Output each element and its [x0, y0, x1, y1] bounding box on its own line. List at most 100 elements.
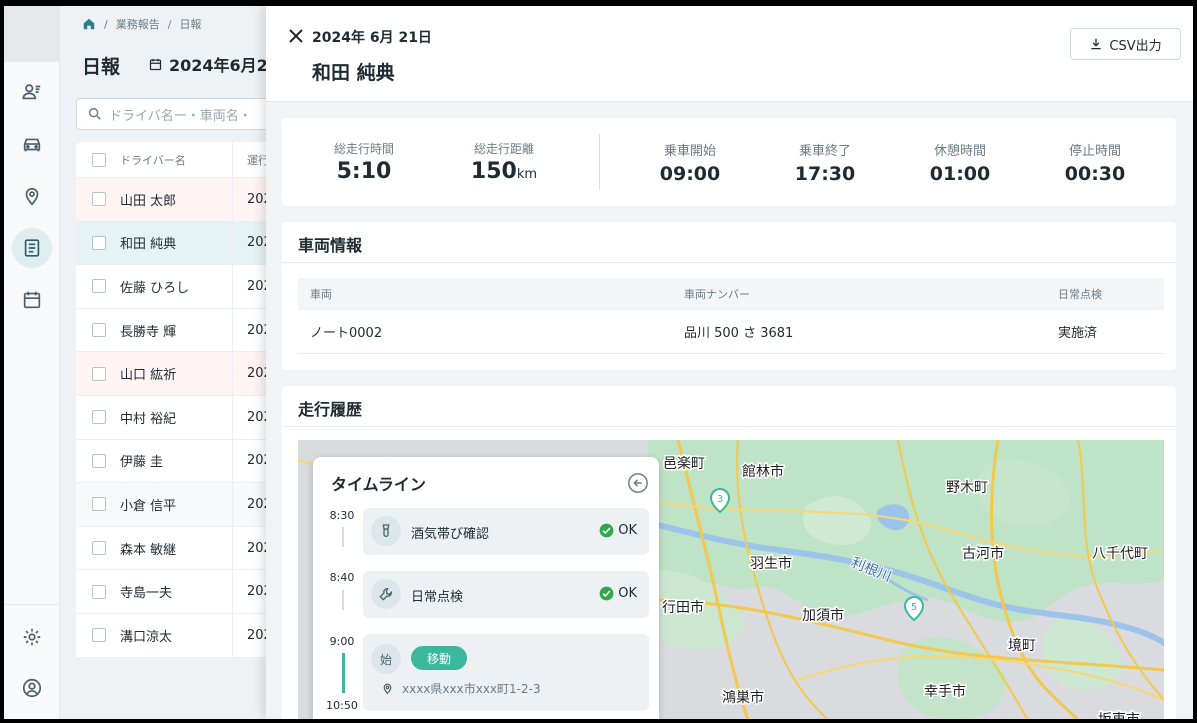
summary-card: 総走行時間 5:10 総走行距離 150km 乗車開始 09:00 乗車終了 1…	[282, 118, 1176, 206]
timeline-title: タイムライン	[331, 475, 426, 494]
date-picker-value: 2024年6月21	[169, 56, 279, 75]
map-label: 行田市	[662, 599, 704, 616]
history-card: 走行履歴 3 5 邑楽町 館林市 野木町 古河市 八千代町 羽生市 利根川 行田…	[282, 386, 1176, 719]
stat-break: 休憩時間 01:00	[929, 144, 991, 185]
timeline-item-move[interactable]: 始 移動 xxxx県xxx市xxx町1-2-3	[363, 634, 649, 711]
search-placeholder: ドライバ名ー・車両名・	[109, 108, 252, 124]
map-label: 館林市	[742, 463, 784, 480]
drivers-icon[interactable]	[12, 72, 52, 112]
timeline-time: 8:30	[329, 509, 355, 522]
row-checkbox[interactable]	[92, 584, 106, 599]
vehicle-inspection: 実施済	[1058, 326, 1098, 341]
timeline-item-label: 日常点検	[411, 590, 464, 605]
timeline-item-daily-inspection[interactable]: 日常点検 OK	[363, 571, 649, 618]
settings-icon[interactable]	[12, 617, 52, 657]
side-rail	[4, 6, 60, 719]
stats-divider	[599, 134, 600, 190]
map-label: 羽生市	[750, 555, 792, 572]
check-circle-icon	[599, 523, 614, 538]
close-icon	[289, 29, 303, 43]
driver-name: 佐藤 ひろし	[120, 280, 190, 296]
vehicle-number: 品川 500 さ 3681	[684, 326, 794, 341]
row-checkbox[interactable]	[92, 235, 106, 250]
app-logo	[4, 6, 60, 62]
map-label: 境町	[1008, 638, 1036, 654]
header-driver-name: ドライバー名	[120, 153, 186, 167]
row-checkbox[interactable]	[92, 628, 106, 643]
timeline-time: 8:40	[329, 571, 355, 584]
breadcrumb-item-report[interactable]: 業務報告	[116, 16, 160, 32]
svg-text:5: 5	[911, 602, 917, 613]
vehicle-table-row: ノート0002 品川 500 さ 3681 実施済	[298, 310, 1164, 354]
check-circle-icon	[599, 586, 614, 601]
timeline-time: 10:50	[326, 699, 358, 712]
breadcrumb: / 業務報告 / 日報	[82, 16, 201, 32]
page-title: 日報	[82, 56, 121, 78]
row-checkbox[interactable]	[92, 323, 106, 338]
back-button[interactable]	[627, 472, 649, 494]
account-icon[interactable]	[12, 668, 52, 708]
history-title: 走行履歴	[298, 400, 363, 419]
timeline-item-alcohol-check[interactable]: 酒気帯び確認 OK	[363, 508, 649, 555]
driver-name: 森本 敏継	[120, 542, 177, 558]
map-label: 古河市	[962, 545, 1004, 562]
driver-name: 和田 純典	[120, 237, 177, 253]
detail-driver-name: 和田 純典	[312, 62, 395, 84]
timeline-item-label: 酒気帯び確認	[411, 527, 490, 542]
row-checkbox[interactable]	[92, 497, 106, 512]
driver-name: 長勝寺 輝	[120, 324, 177, 340]
row-checkbox[interactable]	[92, 410, 106, 425]
csv-export-button[interactable]: CSV出力	[1070, 28, 1181, 60]
csv-export-label: CSV出力	[1109, 38, 1162, 54]
stat-total-time: 総走行時間 5:10	[333, 142, 394, 184]
stat-boarding-start: 乗車開始 09:00	[659, 144, 721, 185]
move-badge: 移動	[411, 646, 468, 670]
status-ok: OK	[599, 586, 637, 601]
timeline-time: 9:00	[329, 635, 355, 648]
app-window: / 業務報告 / 日報 日報 2024年6月21 ドライバ名ー・車両名・ ドライ…	[4, 6, 1193, 719]
report-icon[interactable]	[12, 228, 52, 268]
driver-name: 伊藤 圭	[120, 455, 164, 471]
vehicle-card: 車両情報 車両 車両ナンバー 日常点検 ノート0002 品川 500 さ 368…	[282, 222, 1176, 370]
close-button[interactable]	[286, 26, 306, 46]
arrow-left-circle-icon	[628, 473, 648, 493]
breadcrumb-item-daily[interactable]: 日報	[179, 16, 201, 32]
header-col2: 運行	[232, 142, 269, 177]
detail-header: 2024年 6月 21日 和田 純典 CSV出力	[266, 6, 1193, 102]
vehicle-name: ノート0002	[310, 326, 383, 341]
driver-name: 中村 裕紀	[120, 411, 177, 427]
select-all-checkbox[interactable]	[92, 152, 106, 167]
home-icon[interactable]	[82, 17, 96, 31]
detail-date: 2024年 6月 21日	[312, 30, 432, 46]
car-icon[interactable]	[12, 124, 52, 164]
download-icon	[1091, 38, 1102, 50]
row-checkbox[interactable]	[92, 453, 106, 468]
row-checkbox[interactable]	[92, 279, 106, 294]
stat-boarding-end: 乗車終了 17:30	[794, 144, 856, 185]
location-icon	[383, 683, 392, 695]
status-ok: OK	[599, 523, 637, 538]
vehicle-table-header: 車両 車両ナンバー 日常点検	[298, 278, 1164, 310]
driver-name: 小倉 信平	[120, 498, 177, 514]
driver-name: 寺島一夫	[120, 586, 173, 602]
row-checkbox[interactable]	[92, 541, 106, 556]
map-label: 邑楽町	[663, 456, 705, 472]
vehicle-title: 車両情報	[298, 236, 363, 255]
timeline-panel: タイムライン 8:30 酒気帯び確認 OK 8:40 日常点検 OK 9:00 …	[313, 457, 659, 719]
row-checkbox[interactable]	[92, 366, 106, 381]
row-checkbox[interactable]	[92, 192, 106, 207]
report-list-area: / 業務報告 / 日報 日報 2024年6月21 ドライバ名ー・車両名・ ドライ…	[60, 6, 316, 719]
date-picker[interactable]: 2024年6月21	[148, 52, 279, 76]
breathalyzer-icon	[371, 516, 401, 546]
map-label: 鴻巣市	[722, 689, 764, 706]
search-icon	[88, 107, 101, 120]
location-icon[interactable]	[12, 176, 52, 216]
calendar-icon[interactable]	[12, 280, 52, 320]
svg-text:3: 3	[717, 494, 723, 505]
start-tag: 始	[371, 644, 401, 674]
calendar-icon	[149, 58, 162, 70]
map-label: 幸手市	[924, 683, 966, 700]
stat-total-distance: 総走行距離 150km	[470, 142, 538, 184]
driver-name: 溝口涼太	[120, 629, 173, 645]
rail-divider	[4, 604, 60, 605]
